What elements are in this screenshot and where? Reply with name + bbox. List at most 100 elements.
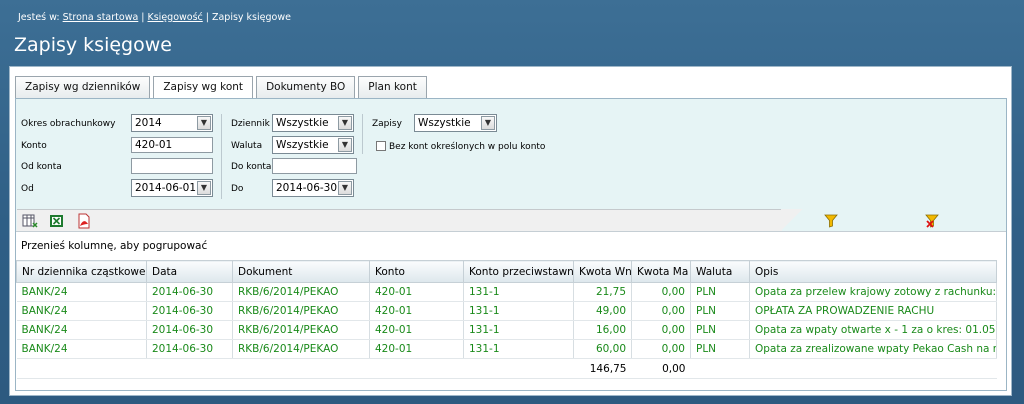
grid-toolbar [17, 209, 782, 231]
table-cell: 0,00 [631, 320, 691, 340]
table-cell: BANK/24 [16, 301, 147, 321]
group-by-hint[interactable]: Przenieś kolumnę, aby pogrupować [21, 240, 207, 252]
do-konta-input[interactable] [272, 158, 357, 174]
table-row[interactable]: BANK/24 2014-06-30 RKB/6/2014/PEKAO 420-… [16, 282, 997, 302]
table-cell: 131-1 [463, 282, 574, 302]
table-cell: Opata za zrealizowane wpaty Pekao Cash n… [749, 339, 997, 359]
table-cell: OPŁATA ZA PROWADZENIE RACHU [749, 301, 997, 321]
table-cell: BANK/24 [16, 282, 147, 302]
do-konta-label: Do konta [231, 162, 272, 172]
do-value: 2014-06-30 [276, 182, 338, 194]
tab-dokumenty-bo[interactable]: Dokumenty BO [256, 76, 356, 98]
column-header[interactable]: Data [146, 260, 233, 283]
okres-select[interactable]: 2014 ▼ [131, 114, 213, 132]
od-konta-label: Od konta [21, 162, 62, 172]
table-cell: PLN [690, 301, 750, 321]
table-cell: 0,00 [631, 339, 691, 359]
table-cell: 2014-06-30 [146, 320, 233, 340]
chevron-down-icon: ▼ [338, 138, 352, 152]
table-cell: 131-1 [463, 339, 574, 359]
tab-plan-kont[interactable]: Plan kont [358, 76, 427, 98]
tab-zapisy-wg-dziennikow[interactable]: Zapisy wg dzienników [15, 76, 151, 98]
table-cell: 2014-06-30 [146, 282, 233, 302]
clear-filter-icon[interactable] [925, 214, 939, 228]
table-cell: Opata za przelew krajowy zotowy z rachun… [749, 282, 997, 302]
table-row[interactable]: BANK/24 2014-06-30 RKB/6/2014/PEKAO 420-… [16, 339, 997, 359]
table-cell: 420-01 [369, 339, 464, 359]
table-cell: 21,75 [573, 282, 632, 302]
filter-area: Okres obrachunkowy 2014 ▼ Konto 420-01 O… [16, 99, 1006, 209]
okres-label: Okres obrachunkowy [21, 119, 116, 129]
column-header[interactable]: Kwota Ma [631, 260, 691, 283]
tab-zapisy-wg-kont[interactable]: Zapisy wg kont [153, 76, 254, 99]
breadcrumb-section-link[interactable]: Księgowość [148, 12, 203, 23]
total-ma: 0,00 [631, 358, 691, 379]
table-cell: RKB/6/2014/PEKAO [232, 282, 370, 302]
table-cell: 60,00 [573, 339, 632, 359]
pdf-export-icon[interactable] [76, 213, 92, 229]
chevron-down-icon: ▼ [197, 181, 211, 195]
od-date-select[interactable]: 2014-06-01 ▼ [131, 179, 213, 197]
waluta-value: Wszystkie [276, 139, 329, 151]
chevron-down-icon: ▼ [197, 116, 211, 130]
table-cell: 49,00 [573, 301, 632, 321]
column-header[interactable]: Nr dziennika cząstkowego [16, 260, 147, 283]
table-cell: BANK/24 [16, 339, 147, 359]
totals-row: 146,75 0,00 [16, 358, 997, 379]
column-header[interactable]: Opis [749, 260, 997, 283]
main-panel: Zapisy wg dzienników Zapisy wg kont Doku… [9, 66, 1012, 396]
dziennik-label: Dziennik [231, 119, 270, 129]
table-cell: 420-01 [369, 320, 464, 340]
od-value: 2014-06-01 [135, 182, 197, 194]
do-date-select[interactable]: 2014-06-30 ▼ [272, 179, 354, 197]
table-cell: BANK/24 [16, 320, 147, 340]
table-row[interactable]: BANK/24 2014-06-30 RKB/6/2014/PEKAO 420-… [16, 320, 997, 340]
okres-value: 2014 [135, 117, 162, 129]
table-cell: PLN [690, 339, 750, 359]
column-header[interactable]: Kwota Wn [573, 260, 632, 283]
breadcrumb-home-link[interactable]: Strona startowa [63, 12, 139, 23]
table-row[interactable]: BANK/24 2014-06-30 RKB/6/2014/PEKAO 420-… [16, 301, 997, 321]
table-cell: 0,00 [631, 301, 691, 321]
column-header[interactable]: Waluta [690, 260, 750, 283]
waluta-label: Waluta [231, 141, 263, 151]
columns-icon[interactable] [22, 213, 38, 229]
filter-icon[interactable] [824, 214, 838, 228]
zapisy-label: Zapisy [372, 119, 402, 129]
konto-input[interactable]: 420-01 [131, 137, 213, 153]
dziennik-select[interactable]: Wszystkie ▼ [272, 114, 354, 132]
konto-label: Konto [21, 141, 47, 151]
toolbar-tail [781, 209, 803, 231]
tab-content: Okres obrachunkowy 2014 ▼ Konto 420-01 O… [15, 98, 1007, 391]
tab-bar: Zapisy wg dzienników Zapisy wg kont Doku… [15, 76, 430, 99]
column-header[interactable]: Konto przeciwstawne [463, 260, 574, 283]
waluta-select[interactable]: Wszystkie ▼ [272, 136, 354, 154]
excel-export-icon[interactable] [49, 213, 65, 229]
table-cell: Opata za wpaty otwarte x - 1 za o kres: … [749, 320, 997, 340]
table-cell: PLN [690, 282, 750, 302]
table-cell: 131-1 [463, 320, 574, 340]
table-cell: 0,00 [631, 282, 691, 302]
chevron-down-icon: ▼ [338, 116, 352, 130]
table-cell: PLN [690, 320, 750, 340]
column-header[interactable]: Konto [369, 260, 464, 283]
breadcrumb-current: Zapisy księgowe [211, 12, 291, 23]
zapisy-value: Wszystkie [418, 117, 471, 129]
table-cell: 2014-06-30 [146, 301, 233, 321]
table-cell: RKB/6/2014/PEKAO [232, 339, 370, 359]
records-table: Nr dziennika cząstkowego Data Dokument K… [16, 260, 997, 379]
do-label: Do [231, 184, 244, 194]
bez-kont-checkbox[interactable] [376, 141, 386, 151]
data-grid: Przenieś kolumnę, aby pogrupować Nr dzie… [16, 231, 1006, 390]
page-title: Zapisy księgowe [14, 34, 172, 56]
column-header[interactable]: Dokument [232, 260, 370, 283]
od-konta-input[interactable] [131, 158, 213, 174]
breadcrumb-prefix: Jesteś w: [18, 12, 60, 23]
zapisy-select[interactable]: Wszystkie ▼ [414, 114, 497, 132]
divider [362, 114, 363, 154]
table-cell: 16,00 [573, 320, 632, 340]
total-wn: 146,75 [573, 358, 632, 379]
table-cell: 420-01 [369, 301, 464, 321]
table-cell: RKB/6/2014/PEKAO [232, 301, 370, 321]
table-header-row: Nr dziennika cząstkowego Data Dokument K… [16, 260, 997, 283]
